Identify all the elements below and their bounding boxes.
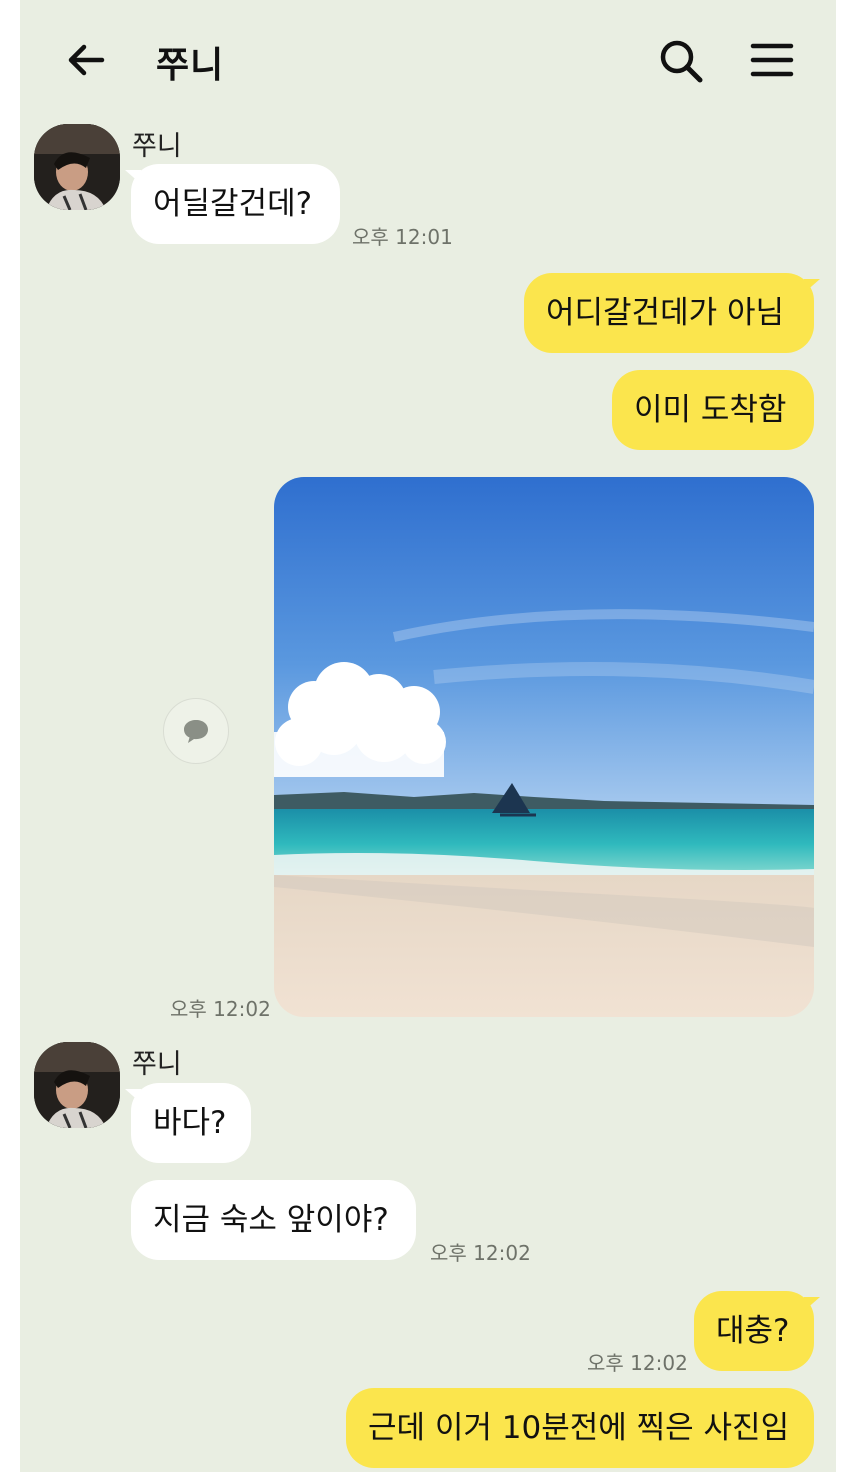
sender-name: 쭈니 (132, 1049, 182, 1080)
outgoing-message-bubble[interactable]: 어디갈건데가 아님 (524, 273, 820, 353)
hamburger-menu-icon[interactable] (750, 38, 794, 82)
message-timestamp: 오후 12:02 (170, 997, 271, 1021)
avatar[interactable] (34, 124, 120, 210)
chat-header: 쭈니 (20, 0, 836, 120)
outgoing-message-bubble[interactable]: 근데 이거 10분전에 찍은 사진임 (346, 1388, 814, 1468)
arrow-left-icon[interactable] (64, 38, 108, 82)
avatar[interactable] (34, 1042, 120, 1128)
share-photo-button[interactable] (163, 698, 229, 764)
sender-name: 쭈니 (132, 131, 182, 162)
speech-bubble-icon (184, 720, 208, 743)
outgoing-message-bubble[interactable]: 대충? (694, 1291, 820, 1371)
chat-screen: 쭈니 쭈니 어딜갈건데? 오후 12:01 어디갈건데가 아님 이미 도착함 오… (20, 0, 836, 1472)
incoming-message-bubble[interactable]: 어딜갈건데? (125, 164, 340, 244)
incoming-message-bubble[interactable]: 바다? (125, 1083, 251, 1163)
search-icon[interactable] (656, 36, 706, 86)
message-timestamp: 오후 12:02 (430, 1241, 531, 1265)
chat-title: 쭈니 (156, 45, 225, 86)
message-timestamp: 오후 12:02 (587, 1351, 688, 1375)
outgoing-message-bubble[interactable]: 이미 도착함 (612, 370, 814, 450)
beach-photo[interactable] (274, 477, 814, 1017)
incoming-message-bubble[interactable]: 지금 숙소 앞이야? (131, 1180, 416, 1260)
message-timestamp: 오후 12:01 (352, 225, 453, 249)
